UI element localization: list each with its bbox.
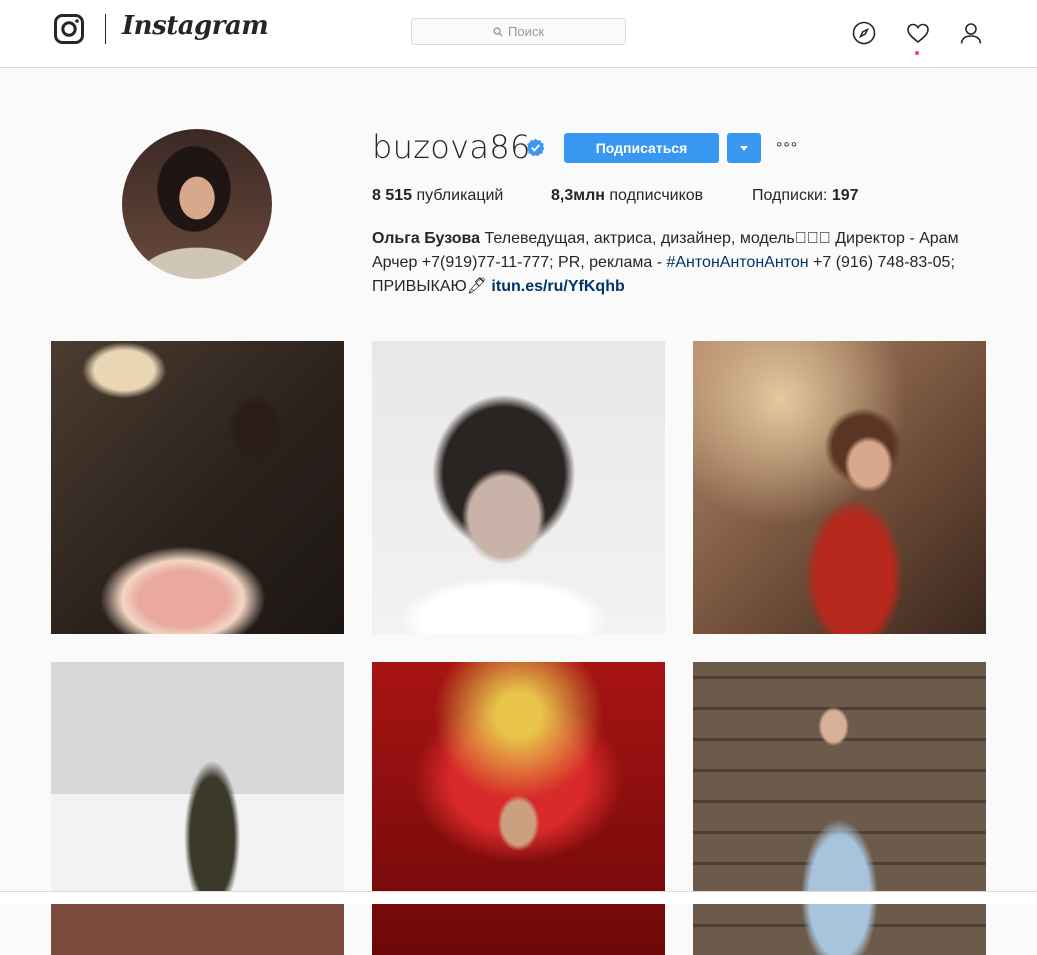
posts-label: публикаций (416, 187, 504, 204)
posts-count-stat: 8 515 публикаций (372, 187, 503, 205)
profile-avatar[interactable] (122, 129, 272, 279)
followers-label: подписчиков (609, 187, 704, 204)
logo-divider (105, 14, 106, 44)
follow-button[interactable]: Подписаться (564, 133, 719, 163)
search-icon (493, 26, 503, 36)
following-label: Подписки: (752, 187, 828, 204)
posts-count: 8 515 (372, 187, 413, 204)
more-options-button[interactable]: °°° (776, 140, 798, 158)
followers-count: 8,3млн (551, 187, 605, 204)
bottom-edge (0, 891, 1037, 904)
profile-icon[interactable] (959, 21, 983, 45)
post-thumbnail-4[interactable] (51, 662, 344, 955)
post-thumbnail-2[interactable] (372, 341, 665, 634)
post-thumbnail-5[interactable] (372, 662, 665, 955)
heart-icon[interactable] (906, 21, 930, 45)
profile-bio: Ольга Бузова Телеведущая, актриса, дизай… (372, 227, 992, 299)
post-thumbnail-1[interactable] (51, 341, 344, 634)
instagram-wordmark[interactable]: Instagram (122, 11, 269, 41)
following-stat[interactable]: Подписки: 197 (752, 187, 859, 205)
following-count: 197 (831, 187, 859, 204)
profile-username: buzova86 (372, 128, 531, 166)
search-input[interactable]: Поиск (411, 18, 626, 45)
top-navigation: Instagram Поиск (0, 0, 1037, 68)
post-thumbnail-6[interactable] (693, 662, 986, 955)
external-link[interactable]: itun.es/ru/YfKqhb (491, 278, 624, 295)
notification-dot (915, 51, 919, 55)
hashtag-link[interactable]: #АнтонАнтонАнтон (666, 254, 808, 271)
post-thumbnail-3[interactable] (693, 341, 986, 634)
suggestions-dropdown-button[interactable] (727, 133, 761, 163)
explore-icon[interactable] (852, 21, 876, 45)
verified-badge-icon (526, 138, 545, 157)
chevron-down-icon (740, 145, 748, 151)
full-name: Ольга Бузова (372, 230, 481, 247)
instagram-camera-icon[interactable] (54, 14, 84, 44)
followers-stat[interactable]: 8,3млн подписчиков (551, 187, 703, 205)
search-placeholder: Поиск (507, 24, 545, 39)
